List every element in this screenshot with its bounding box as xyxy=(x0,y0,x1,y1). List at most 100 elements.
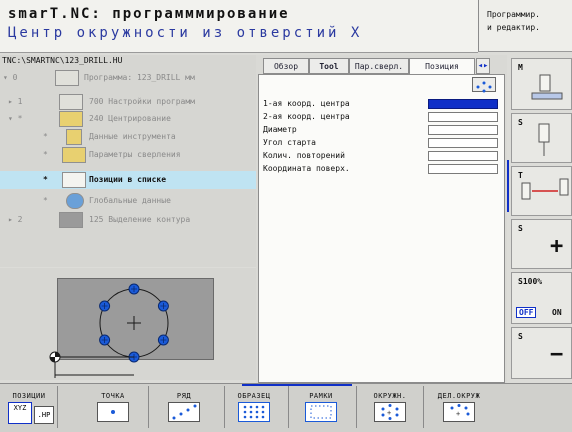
softkey-point[interactable]: ТОЧКА xyxy=(85,385,141,429)
mode-line-1: Программир. xyxy=(487,10,540,19)
svg-text:+: + xyxy=(387,409,391,417)
center-1-input[interactable] xyxy=(428,99,498,109)
softkey-label: ТОЧКА xyxy=(101,392,125,400)
mode-line-2: и редактир. xyxy=(487,23,540,32)
active-indicator xyxy=(507,160,509,212)
softkey-positions[interactable]: ПОЗИЦИИ XYZ .HP xyxy=(2,385,56,429)
grid-pattern-icon xyxy=(238,402,270,422)
m-function-softkey[interactable]: M xyxy=(511,58,572,110)
tree-expander[interactable]: ▸ 2 xyxy=(8,215,22,224)
field-label-repetitions: Колич. повторений xyxy=(263,151,345,160)
softkey-label: ПОЗИЦИИ xyxy=(12,392,46,400)
tree-item-label: Позиции в списке xyxy=(89,175,167,184)
softkey-row[interactable]: РЯД xyxy=(156,385,212,429)
program-icon xyxy=(55,70,79,86)
s-spindle-softkey[interactable]: S xyxy=(511,113,572,163)
tab-tool[interactable]: Tool xyxy=(309,58,349,74)
softkey-pattern[interactable]: ОБРАЗЕЦ xyxy=(226,385,282,429)
softkey-label: S100% xyxy=(518,277,543,286)
positions-icon xyxy=(62,172,86,188)
tree-item-label: 240 Центрирование xyxy=(89,114,171,123)
tree-item-positions[interactable]: * Позиции в списке xyxy=(0,171,256,189)
softkey-arc[interactable]: ДЕЛ.ОКРУЖ + xyxy=(428,385,490,429)
tool-change-icon xyxy=(521,178,569,200)
tree-item-label: Параметры сверления xyxy=(89,150,181,159)
field-label-start-angle: Угол старта xyxy=(263,138,316,147)
xyz-icon: XYZ xyxy=(8,402,32,424)
tree-expander[interactable]: ▾ * xyxy=(8,114,22,123)
separator xyxy=(57,386,58,428)
pattern-select-button[interactable] xyxy=(472,77,496,93)
off-toggle[interactable]: OFF xyxy=(516,307,537,318)
contour-icon xyxy=(59,212,83,228)
tree-item-label: Глобальные данные xyxy=(89,196,171,205)
tab-scroll-arrows-icon[interactable]: ◂▸ xyxy=(476,58,490,74)
surface-coord-input[interactable] xyxy=(428,164,498,174)
softkey-label: S xyxy=(518,332,523,341)
softkey-label: M xyxy=(518,63,523,72)
circle-pattern-icon: + xyxy=(374,402,406,422)
spindle-m-icon xyxy=(531,74,563,100)
tree-bullet: * xyxy=(43,196,48,205)
tab-position[interactable]: Позиция xyxy=(409,58,475,75)
tree-item-700[interactable]: ▸ 1 700 Настройки программ xyxy=(0,93,256,111)
tree-item-tool-data[interactable]: * Данные инструмента xyxy=(0,128,256,146)
field-label-center-2: 2-ая коорд. центра xyxy=(263,112,350,121)
tree-item-125[interactable]: ▸ 2 125 Выделение контура xyxy=(0,211,256,229)
tool-icon xyxy=(66,129,82,145)
softkey-frames[interactable]: РАМКИ xyxy=(293,385,349,429)
tree-item-label: Данные инструмента xyxy=(89,132,176,141)
diameter-input[interactable] xyxy=(428,125,498,135)
softkey-label: S xyxy=(518,224,523,233)
minus-icon: − xyxy=(550,342,564,367)
tree-item-label: Программа: 123_DRILL мм xyxy=(84,73,195,82)
tree-item-label: 700 Настройки программ xyxy=(89,97,195,106)
field-label-center-1: 1-ая коорд. центра xyxy=(263,99,350,108)
separator xyxy=(288,386,289,428)
t-tool-softkey[interactable]: T xyxy=(511,166,572,216)
tree-item-global-data[interactable]: * Глобальные данные xyxy=(0,192,256,210)
tree-bullet: * xyxy=(43,132,48,141)
svg-text:+: + xyxy=(456,410,460,418)
tree-expander[interactable]: ▸ 1 xyxy=(8,97,22,106)
softkey-circle[interactable]: ОКРУЖН. + xyxy=(360,385,420,429)
separator xyxy=(148,386,149,428)
datum-quadrant xyxy=(55,352,60,357)
hp-file-icon: .HP xyxy=(34,406,54,424)
s-minus-softkey[interactable]: S − xyxy=(511,327,572,379)
separator xyxy=(224,386,225,428)
tab-drill-params[interactable]: Пар.сверл. xyxy=(349,58,409,74)
settings-icon xyxy=(59,94,83,110)
datum-quadrant xyxy=(50,357,55,362)
softkey-label: ОБРАЗЕЦ xyxy=(237,392,271,400)
softkey-label: ДЕЛ.ОКРУЖ xyxy=(437,392,481,400)
softkey-label: ОКРУЖН. xyxy=(373,392,407,400)
repetitions-input[interactable] xyxy=(428,151,498,161)
plus-icon: + xyxy=(550,234,564,259)
spindle-icon xyxy=(538,123,550,156)
center-2-input[interactable] xyxy=(428,112,498,122)
row-icon xyxy=(168,402,200,422)
separator xyxy=(423,386,424,428)
frame-pattern-icon xyxy=(305,402,337,422)
arc-pattern-icon: + xyxy=(443,402,475,422)
s-plus-softkey[interactable]: S + xyxy=(511,219,572,269)
on-toggle[interactable]: ON xyxy=(552,308,562,317)
start-angle-input[interactable] xyxy=(428,138,498,148)
tree-item-program[interactable]: ▾ 0 Программа: 123_DRILL мм xyxy=(0,69,256,87)
app-title: smarT.NC: программмирование xyxy=(8,6,290,22)
bolt-hole-circle-graphic xyxy=(49,283,169,378)
tab-overview[interactable]: Обзор xyxy=(263,58,309,74)
tree-item-240[interactable]: ▾ * 240 Центрирование xyxy=(0,110,256,128)
separator xyxy=(356,386,357,428)
globe-icon xyxy=(66,193,84,209)
dialog-subtitle: Центр окружности из отверстий X xyxy=(8,25,363,41)
tree-bullet: * xyxy=(43,175,48,184)
program-path: TNC:\SMARTNC\123_DRILL.HU xyxy=(2,56,123,65)
point-icon xyxy=(97,402,129,422)
softkey-label: РЯД xyxy=(176,392,192,400)
tree-item-label: 125 Выделение контура xyxy=(89,215,191,224)
s-override-softkey[interactable]: S100% OFF ON xyxy=(511,272,572,324)
tree-expander[interactable]: ▾ 0 xyxy=(3,73,17,82)
tree-item-drill-params[interactable]: * Параметры сверления xyxy=(0,146,256,164)
